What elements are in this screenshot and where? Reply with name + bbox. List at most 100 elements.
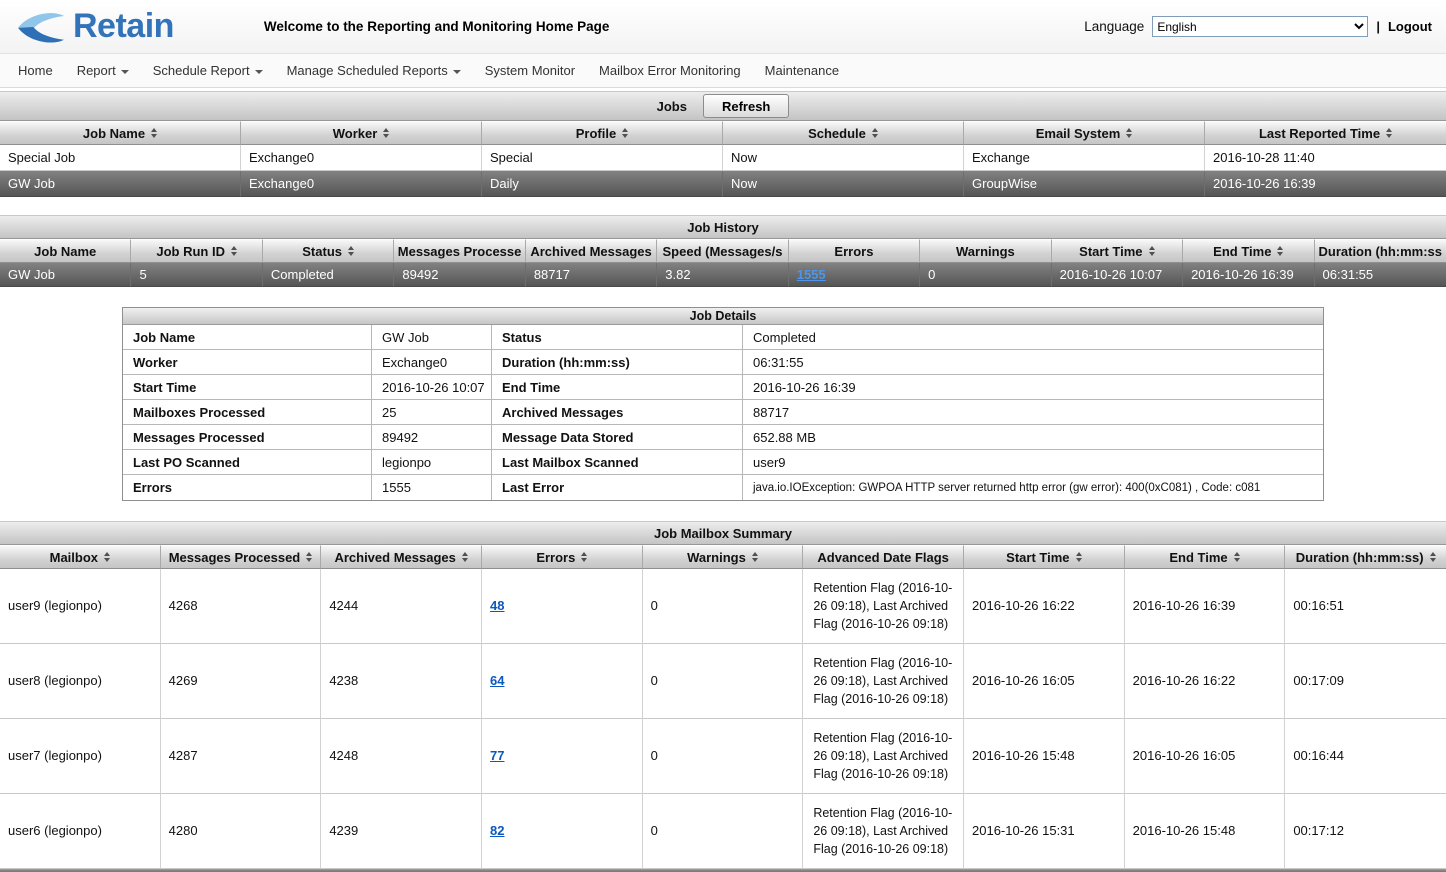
column-header-messages-processed: Messages Processe <box>394 239 525 263</box>
table-row[interactable]: user6 (legionpo) 4280 4239 82 0 Retentio… <box>0 794 1446 869</box>
cell-email-system: GroupWise <box>964 171 1205 197</box>
column-header-messages-processed[interactable]: Messages Processed <box>161 545 322 569</box>
cell-status: Completed <box>263 263 394 287</box>
cell-messages-processed: 4280 <box>161 794 322 869</box>
table-row[interactable]: Special Job Exchange0 Special Now Exchan… <box>0 145 1446 171</box>
nav-item-report[interactable]: Report <box>77 63 129 78</box>
cell-errors: 64 <box>482 644 643 719</box>
nav-item-schedule-report[interactable]: Schedule Report <box>153 63 263 78</box>
detail-label: Last PO Scanned <box>123 450 372 475</box>
detail-label: Duration (hh:mm:ss) <box>492 350 743 375</box>
detail-value-last-error: java.io.IOException: GWPOA HTTP server r… <box>743 475 1323 500</box>
retain-app: Retain Welcome to the Reporting and Moni… <box>0 0 1446 872</box>
detail-label: Message Data Stored <box>492 425 743 450</box>
column-header-errors[interactable]: Errors <box>482 545 643 569</box>
column-header-last-reported-time[interactable]: Last Reported Time <box>1205 121 1446 145</box>
cell-advanced-date-flags: Retention Flag (2016-10-26 09:18), Last … <box>803 644 964 719</box>
dropdown-caret-icon <box>453 70 461 74</box>
cell-archived-messages: 4248 <box>321 719 482 794</box>
errors-count-link[interactable]: 64 <box>490 672 504 691</box>
detail-label: Mailboxes Processed <box>123 400 372 425</box>
detail-label: Worker <box>123 350 372 375</box>
jobs-table-header: Job Name Worker Profile Schedule Email S… <box>0 121 1446 145</box>
sort-icon <box>348 246 354 256</box>
cell-job-name: Special Job <box>0 145 241 171</box>
detail-label: Start Time <box>123 375 372 400</box>
nav-item-maintenance[interactable]: Maintenance <box>765 63 839 78</box>
column-header-worker[interactable]: Worker <box>241 121 482 145</box>
cell-warnings: 0 <box>643 794 804 869</box>
cell-start-time: 2016-10-26 15:31 <box>964 794 1125 869</box>
column-header-email-system[interactable]: Email System <box>964 121 1205 145</box>
sort-icon <box>1386 128 1392 138</box>
cell-mailbox: user8 (legionpo) <box>0 644 161 719</box>
job-details-title: Job Details <box>123 308 1323 325</box>
column-header-mailbox[interactable]: Mailbox <box>0 545 161 569</box>
errors-count-link[interactable]: 77 <box>490 747 504 766</box>
column-header-end-time[interactable]: End Time <box>1183 239 1314 263</box>
language-area: Language English | Logout <box>1084 16 1432 37</box>
main-nav: Home Report Schedule Report Manage Sched… <box>0 54 1446 88</box>
detail-value: user9 <box>743 450 1323 475</box>
errors-count-link[interactable]: 82 <box>490 822 504 841</box>
column-header-warnings: Warnings <box>920 239 1051 263</box>
column-header-status[interactable]: Status <box>263 239 394 263</box>
cell-speed: 3.82 <box>657 263 788 287</box>
detail-value: Exchange0 <box>372 350 492 375</box>
sort-icon <box>581 552 587 562</box>
cell-warnings: 0 <box>643 569 804 644</box>
nav-item-manage-scheduled-reports[interactable]: Manage Scheduled Reports <box>287 63 461 78</box>
column-header-profile[interactable]: Profile <box>482 121 723 145</box>
cell-profile: Daily <box>482 171 723 197</box>
job-history-table-header: Job Name Job Run ID Status Messages Proc… <box>0 239 1446 263</box>
cell-duration: 00:17:09 <box>1285 644 1446 719</box>
cell-end-time: 2016-10-26 16:39 <box>1183 263 1314 287</box>
detail-label: Job Name <box>123 325 372 350</box>
errors-count-link[interactable]: 48 <box>490 597 504 616</box>
cell-archived-messages: 88717 <box>526 263 657 287</box>
column-header-start-time[interactable]: Start Time <box>1052 239 1183 263</box>
detail-value: Completed <box>743 325 1323 350</box>
nav-item-home[interactable]: Home <box>18 63 53 78</box>
sort-icon <box>1234 552 1240 562</box>
detail-label: Messages Processed <box>123 425 372 450</box>
table-row[interactable]: user7 (legionpo) 4287 4248 77 0 Retentio… <box>0 719 1446 794</box>
retain-logo[interactable]: Retain <box>14 7 174 46</box>
cell-archived-messages: 4238 <box>321 644 482 719</box>
refresh-button[interactable]: Refresh <box>703 94 789 118</box>
column-header-warnings[interactable]: Warnings <box>643 545 804 569</box>
nav-item-mailbox-error-monitoring[interactable]: Mailbox Error Monitoring <box>599 63 741 78</box>
nav-item-system-monitor[interactable]: System Monitor <box>485 63 575 78</box>
cell-warnings: 0 <box>643 644 804 719</box>
detail-label: Errors <box>123 475 372 500</box>
cell-errors: 48 <box>482 569 643 644</box>
errors-count-link[interactable]: 1555 <box>797 267 826 282</box>
column-header-schedule[interactable]: Schedule <box>723 121 964 145</box>
column-header-job-run-id[interactable]: Job Run ID <box>131 239 262 263</box>
column-header-start-time[interactable]: Start Time <box>964 545 1125 569</box>
detail-value: 2016-10-26 16:39 <box>743 375 1323 400</box>
cell-schedule: Now <box>723 171 964 197</box>
language-select[interactable]: English <box>1152 16 1368 37</box>
column-header-advanced-date-flags: Advanced Date Flags <box>803 545 964 569</box>
column-header-job-name[interactable]: Job Name <box>0 121 241 145</box>
logout-link[interactable]: Logout <box>1388 19 1432 34</box>
table-row[interactable]: user9 (legionpo) 4268 4244 48 0 Retentio… <box>0 569 1446 644</box>
mailbox-summary-table-header: Mailbox Messages Processed Archived Mess… <box>0 545 1446 569</box>
detail-label: Last Mailbox Scanned <box>492 450 743 475</box>
sort-icon <box>622 128 628 138</box>
cell-mailbox: user6 (legionpo) <box>0 794 161 869</box>
column-header-archived-messages[interactable]: Archived Messages <box>321 545 482 569</box>
cell-warnings: 0 <box>643 719 804 794</box>
column-header-duration[interactable]: Duration (hh:mm:ss) <box>1285 545 1446 569</box>
table-row-selected[interactable]: GW Job 5 Completed 89492 88717 3.82 1555… <box>0 263 1446 287</box>
column-header-end-time[interactable]: End Time <box>1125 545 1286 569</box>
job-mailbox-summary-title: Job Mailbox Summary <box>654 526 792 541</box>
table-row[interactable]: user8 (legionpo) 4269 4238 64 0 Retentio… <box>0 644 1446 719</box>
cell-duration: 06:31:55 <box>1315 263 1446 287</box>
table-row-selected[interactable]: GW Job Exchange0 Daily Now GroupWise 201… <box>0 171 1446 197</box>
sort-icon <box>104 552 110 562</box>
retain-logo-icon <box>14 10 68 44</box>
column-header-duration: Duration (hh:mm:ss <box>1315 239 1446 263</box>
cell-end-time: 2016-10-26 16:39 <box>1125 569 1286 644</box>
